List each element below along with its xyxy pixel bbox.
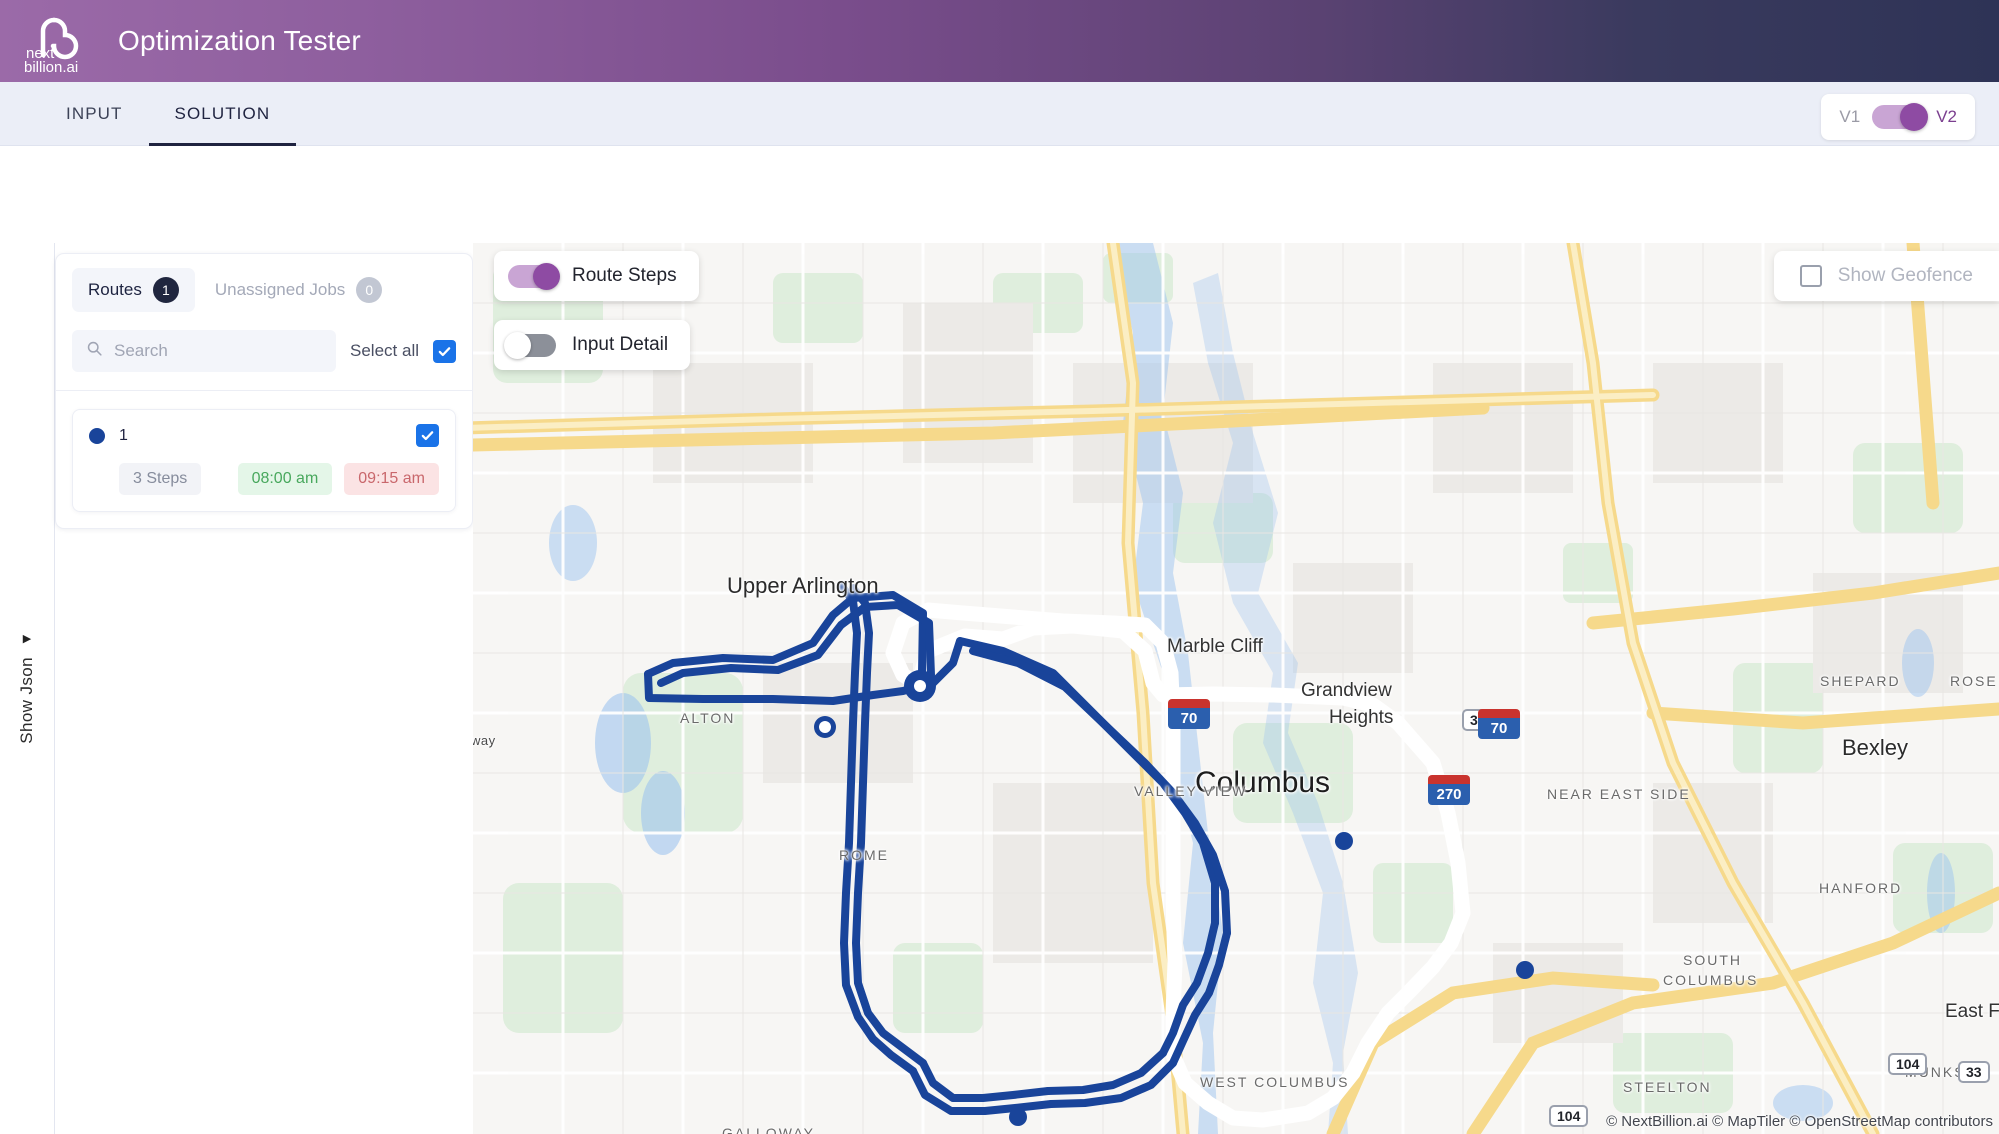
segment-routes-count: 1 bbox=[152, 277, 179, 303]
segment-routes[interactable]: Routes 1 bbox=[72, 268, 195, 312]
select-all-label: Select all bbox=[350, 341, 419, 360]
show-geofence-label: Show Geofence bbox=[1837, 265, 1973, 286]
panel-divider bbox=[56, 390, 472, 391]
segment-unassigned-jobs-label: Unassigned Jobs bbox=[214, 280, 346, 299]
map-attribution[interactable]: © NextBillion.ai © MapTiler © OpenStreet… bbox=[1606, 1113, 1993, 1130]
svg-text:billion.ai: billion.ai bbox=[24, 59, 78, 74]
search-input[interactable]: Search bbox=[72, 330, 337, 372]
route-item-header: 1 bbox=[89, 424, 439, 447]
version-label-v1: V1 bbox=[1839, 107, 1861, 126]
interstate-shield-270a: 270 bbox=[1428, 775, 1470, 805]
map-label-east-fre: East Fre bbox=[1945, 1001, 1999, 1022]
route-steps-toggle[interactable]: Route Steps bbox=[494, 251, 699, 301]
map-label-alton: ALTON bbox=[680, 710, 736, 726]
map-label-freeway-way: way bbox=[473, 733, 496, 748]
chevron-right-icon: ▶ bbox=[22, 632, 32, 645]
nextbillion-logo[interactable]: next billion.ai bbox=[24, 8, 90, 74]
route-steps-switch-knob bbox=[533, 262, 560, 290]
route-item-name: 1 bbox=[119, 426, 128, 444]
map-label-grandview: Grandview bbox=[1301, 680, 1392, 701]
tab-bar: INPUT SOLUTION V1 V2 bbox=[0, 82, 1999, 146]
segment-unassigned-jobs[interactable]: Unassigned Jobs 0 bbox=[199, 268, 398, 312]
route-shield-104b: 104 bbox=[1549, 1105, 1589, 1127]
map-label-valley-view: VALLEY VIEW bbox=[1134, 783, 1248, 799]
map-label-steelton: STEELTON bbox=[1623, 1079, 1712, 1095]
tab-input[interactable]: INPUT bbox=[40, 82, 149, 146]
input-detail-switch-knob bbox=[504, 331, 531, 359]
map-label-bexley: Bexley bbox=[1842, 735, 1909, 760]
page-title: Optimization Tester bbox=[118, 25, 361, 56]
route-steps-chip: 3 Steps bbox=[119, 463, 202, 495]
api-toolbar: API key •••••••••••••••••••••••••••••• H… bbox=[0, 147, 1999, 388]
route-list-item[interactable]: 1 3 Steps 08:00 am 09:15 am bbox=[72, 409, 456, 512]
map-label-near-east-side: NEAR EAST SIDE bbox=[1547, 786, 1691, 802]
logo-icon: next billion.ai bbox=[24, 17, 79, 74]
search-icon bbox=[86, 340, 103, 362]
map-label-rose: ROSE bbox=[1950, 673, 1998, 689]
interstate-shield-70a: 70 bbox=[1168, 699, 1210, 729]
route-start-time-chip: 08:00 am bbox=[237, 463, 333, 495]
map-tiles bbox=[473, 243, 1999, 1134]
map-label-heights: Heights bbox=[1329, 707, 1394, 728]
routes-panel: Routes 1 Unassigned Jobs 0 Search Select… bbox=[55, 253, 473, 529]
version-label-v2: V2 bbox=[1936, 107, 1957, 126]
select-all-checkbox[interactable] bbox=[433, 339, 456, 363]
input-detail-label: Input Detail bbox=[572, 334, 669, 355]
input-detail-switch[interactable] bbox=[504, 331, 556, 359]
map-label-rome: ROME bbox=[839, 847, 889, 863]
segment-routes-label: Routes bbox=[88, 280, 142, 299]
route-end-time-chip: 09:15 am bbox=[344, 463, 439, 495]
show-geofence-control[interactable]: Show Geofence bbox=[1773, 251, 1999, 301]
map-label-galloway: GALLOWAY bbox=[722, 1125, 816, 1134]
panel-search-row: Search Select all bbox=[72, 330, 456, 372]
route-steps-label: Route Steps bbox=[572, 265, 677, 286]
route-item-chips: 3 Steps 08:00 am 09:15 am bbox=[89, 463, 439, 495]
segment-unassigned-jobs-count: 0 bbox=[356, 277, 383, 303]
map-label-shepard: SHEPARD bbox=[1820, 673, 1901, 689]
map-label-marble-cliff: Marble Cliff bbox=[1167, 636, 1263, 657]
route-shield-104: 104 bbox=[1888, 1053, 1928, 1075]
map-label-hanford: HANFORD bbox=[1819, 880, 1903, 896]
show-json-rail[interactable]: ▶ Show Json bbox=[0, 243, 55, 1134]
show-json-rail-inner: ▶ Show Json bbox=[17, 632, 37, 744]
show-json-label: Show Json bbox=[17, 656, 36, 744]
map-canvas[interactable]: Columbus Upper Arlington Bexley Grove Ci… bbox=[473, 243, 1999, 1134]
panel-segment-tabs: Routes 1 Unassigned Jobs 0 bbox=[72, 268, 456, 312]
interstate-shield-70b: 70 bbox=[1478, 709, 1520, 739]
map-label-west-columbus: WEST COLUMBUS bbox=[1200, 1074, 1350, 1090]
input-detail-toggle[interactable]: Input Detail bbox=[494, 320, 691, 370]
tab-list: INPUT SOLUTION bbox=[40, 82, 296, 146]
version-switch[interactable] bbox=[1872, 103, 1929, 131]
main-body: ▶ Show Json Routes 1 Unassigned Jobs 0 S… bbox=[0, 243, 1999, 1134]
show-geofence-checkbox[interactable] bbox=[1799, 265, 1822, 287]
route-item-checkbox[interactable] bbox=[416, 424, 439, 447]
route-shield-33: 33 bbox=[1958, 1061, 1990, 1083]
search-placeholder: Search bbox=[114, 341, 168, 360]
route-color-dot bbox=[89, 427, 105, 444]
map-label-south: SOUTH bbox=[1683, 952, 1742, 968]
map-label-upper-arlington: Upper Arlington bbox=[727, 573, 879, 598]
tab-solution[interactable]: SOLUTION bbox=[148, 82, 297, 146]
map-label-columbus-nbhd: COLUMBUS bbox=[1663, 972, 1759, 988]
route-steps-switch[interactable] bbox=[508, 262, 560, 290]
app-header: next billion.ai Optimization Tester bbox=[0, 0, 1999, 82]
version-toggle[interactable]: V1 V2 bbox=[1821, 94, 1975, 140]
version-switch-knob bbox=[1900, 103, 1929, 131]
